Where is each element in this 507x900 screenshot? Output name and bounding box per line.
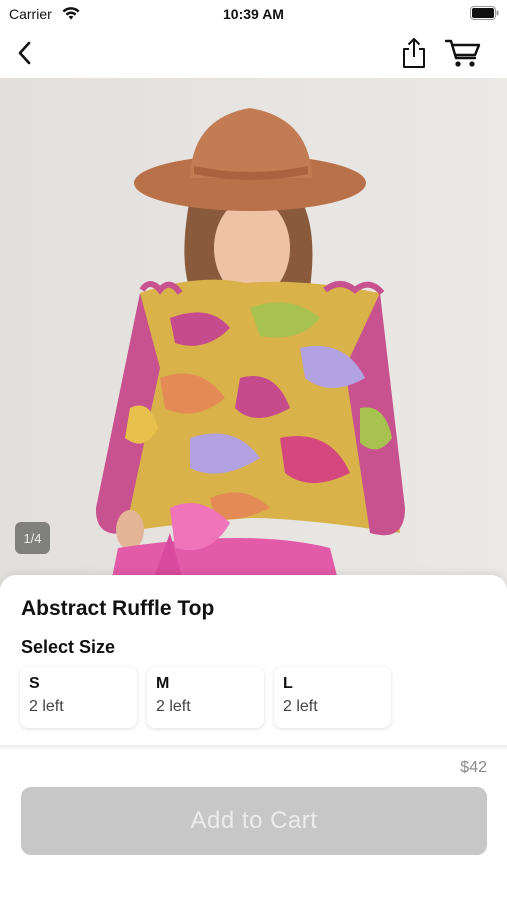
model-photo — [0, 78, 507, 588]
size-label: L — [283, 675, 293, 692]
size-option-s[interactable]: S 2 left — [20, 667, 137, 728]
cart-button[interactable] — [442, 34, 484, 72]
size-stock: 2 left — [156, 698, 191, 715]
back-chevron-icon — [18, 41, 31, 65]
product-detail-sheet: Abstract Ruffle Top Select Size S 2 left… — [0, 575, 507, 900]
clock: 10:39 AM — [223, 6, 284, 22]
price: $42 — [460, 759, 487, 776]
size-label: M — [156, 675, 170, 692]
size-option-l[interactable]: L 2 left — [274, 667, 391, 728]
size-label: S — [29, 675, 40, 692]
size-stock: 2 left — [29, 698, 64, 715]
divider — [0, 745, 507, 749]
size-option-m[interactable]: M 2 left — [147, 667, 264, 728]
status-bar: Carrier 10:39 AM — [0, 0, 507, 28]
battery-icon — [470, 6, 499, 20]
image-page-indicator: 1/4 — [15, 522, 50, 554]
nav-bar — [0, 28, 507, 78]
product-title: Abstract Ruffle Top — [21, 597, 215, 620]
share-icon — [403, 38, 425, 68]
size-stock: 2 left — [283, 698, 318, 715]
back-button[interactable] — [10, 36, 40, 70]
add-to-cart-button[interactable]: Add to Cart — [21, 787, 487, 855]
size-heading: Select Size — [21, 637, 116, 657]
product-image[interactable] — [0, 78, 507, 588]
cart-icon — [445, 39, 481, 67]
size-options: S 2 left M 2 left L 2 left — [20, 667, 391, 728]
share-button[interactable] — [396, 34, 432, 72]
